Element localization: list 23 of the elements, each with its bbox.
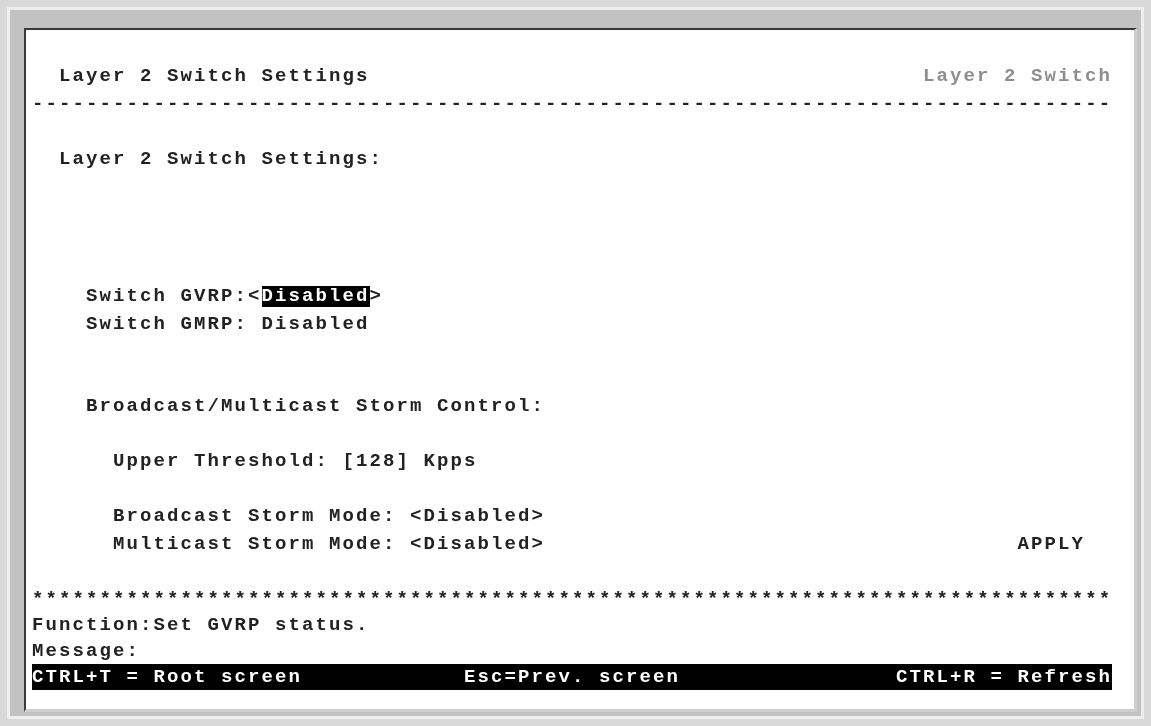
screen-title: Layer 2 Switch Settings — [59, 64, 370, 89]
shortcut-hint: CTRL+T = Root screen — [32, 666, 304, 688]
apply-button[interactable]: APPLY — [1017, 533, 1085, 555]
setting-label: Broadcast Storm Mode: — [113, 504, 397, 529]
function-label: Function: — [32, 613, 154, 638]
asterisk-rule: ******************************************************************************** — [32, 586, 1113, 612]
menu-path: Layer 2 Switch — [922, 64, 1112, 89]
setting-label: Switch GVRP: — [86, 284, 249, 309]
setting-value: Disabled — [261, 313, 370, 335]
setting-label: Upper Threshold: — [113, 449, 330, 474]
section-heading: Broadcast/Multicast Storm Control: — [86, 394, 546, 419]
function-text: Set GVRP status. — [153, 613, 370, 638]
option-selector[interactable]: <Disabled> — [410, 530, 546, 558]
option-selector[interactable]: <Disabled> — [410, 503, 546, 531]
number-field[interactable]: [128] — [342, 448, 411, 476]
setting-label: Switch GMRP: — [86, 311, 249, 337]
unit-label: Kpps — [423, 449, 478, 474]
section-heading: Layer 2 Switch Settings: — [59, 146, 384, 172]
shortcut-hint: CTRL+R = Refresh — [896, 666, 1112, 688]
setting-label: Multicast Storm Mode: — [113, 531, 397, 557]
dashed-rule: -------------------------------------------------------------------------------- — [32, 91, 1113, 117]
shortcut-hint: Esc=Prev. screen — [464, 666, 682, 688]
message-label: Message: — [32, 638, 140, 664]
